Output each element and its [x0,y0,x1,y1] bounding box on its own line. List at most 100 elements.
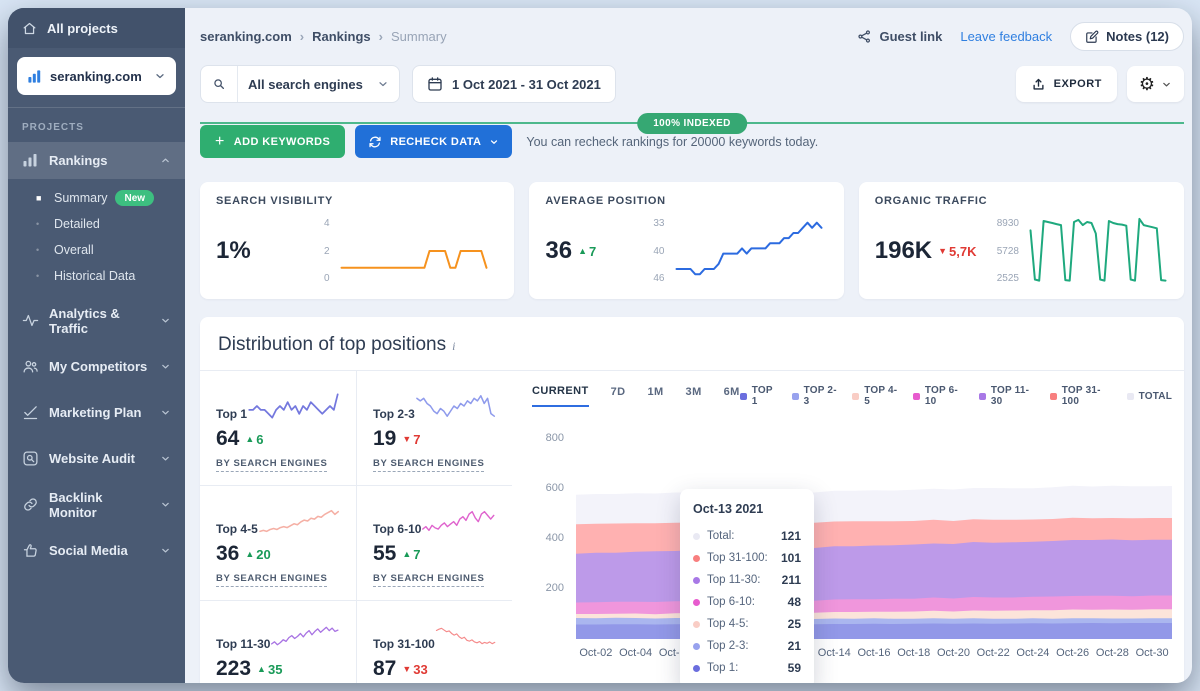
breadcrumb-rankings[interactable]: Rankings [312,29,371,44]
leave-feedback-link[interactable]: Leave feedback [960,29,1052,44]
sidebar-item-analytics-traffic[interactable]: Analytics & Traffic [8,302,185,339]
check-chart-icon [22,404,39,421]
notes-button[interactable]: Notes (12) [1070,22,1184,51]
add-keywords-button[interactable]: + ADD KEYWORDS [200,125,345,158]
analytics-traffic-label: Analytics & Traffic [49,306,150,336]
thumbs-up-icon [22,542,39,559]
average-position-card: AVERAGE POSITION 36 ▲7 334046 [529,182,843,299]
website-audit-label: Website Audit [49,451,135,466]
backlink-monitor-label: Backlink Monitor [49,490,150,520]
metric-cards: SEARCH VISIBILITY 1% 420 AVERAGE POSITIO… [200,182,1184,299]
marketing-plan-label: Marketing Plan [49,405,141,420]
positions-chart-panel: CURRENT 7D 1M 3M 6M TOP 1 TOP 2-3 TOP 4-… [512,371,1184,683]
stacked-areas [576,429,1172,639]
date-range-picker[interactable]: 1 Oct 2021 - 31 Oct 2021 [412,65,616,103]
legend-total[interactable]: TOTAL [1127,391,1172,402]
by-search-engines-link[interactable]: BY SEARCH ENGINES [373,458,484,472]
delta-badge: ▼5,7K [938,244,976,259]
guest-link-button[interactable]: Guest link [857,29,942,44]
export-icon [1031,77,1046,92]
historical-data-label: Historical Data [54,269,135,283]
sidebar-item-my-competitors[interactable]: My Competitors [8,348,185,385]
arrow-down-icon: ▼ [938,246,947,256]
tab-3m[interactable]: 3M [686,386,702,406]
card-value: 36 [545,237,572,265]
by-search-engines-link[interactable]: BY SEARCH ENGINES [216,573,327,587]
average-position-chart: 334046 [653,215,827,287]
top6-10-sparkline [421,502,496,540]
plus-icon: + [215,133,225,151]
x-axis: Oct-02Oct-04Oct-06Oct-08Oct-10Oct-12Oct-… [576,639,1172,663]
legend-top1[interactable]: TOP 1 [740,385,779,407]
chart-plot: Oct-02Oct-04Oct-06Oct-08Oct-10Oct-12Oct-… [576,429,1172,683]
home-icon [22,21,37,36]
sidebar-item-social-media[interactable]: Social Media [8,532,185,569]
search-icon [201,66,238,102]
chart-tooltip: Oct-13 2021 Total:121 Top 31-100:101 Top… [680,489,814,683]
position-mini-cards: Top 1 64▲6 BY SEARCH ENGINES Top 2-3 19▼… [200,371,512,683]
overall-label: Overall [54,243,94,257]
tab-7d[interactable]: 7D [611,386,626,406]
new-badge: New [115,190,154,206]
sidebar-item-website-audit[interactable]: Website Audit [8,440,185,477]
info-icon[interactable]: i [452,339,455,354]
header-actions: Guest link Leave feedback Notes (12) [857,22,1184,51]
breadcrumb-separator: › [379,29,383,44]
legend-top11-30[interactable]: TOP 11-30 [979,385,1037,407]
tooltip-date: Oct-13 2021 [693,502,801,516]
rankings-submenu: ■ Summary New • Detailed • Overall • His… [8,179,185,293]
project-selector[interactable]: seranking.com [17,57,176,95]
breadcrumb-summary: Summary [391,29,447,44]
chevron-down-icon [160,407,171,418]
stacked-area-chart: 200400600800 Oct-02Oct-04Oct-06Oct-08Oct… [532,429,1172,683]
add-keywords-label: ADD KEYWORDS [234,136,330,148]
tab-1m[interactable]: 1M [647,386,663,406]
tab-current[interactable]: CURRENT [532,385,589,407]
chevron-down-icon [160,361,171,372]
sidebar-item-rankings[interactable]: Rankings [8,142,185,179]
notes-label: Notes (12) [1106,29,1169,44]
y-axis-ticks: 893057282525 [997,215,1028,287]
by-search-engines-link[interactable]: BY SEARCH ENGINES [373,573,484,587]
activity-icon [22,312,39,329]
search-visibility-card: SEARCH VISIBILITY 1% 420 [200,182,514,299]
sidebar-item-marketing-plan[interactable]: Marketing Plan [8,394,185,431]
sidebar-item-all-projects[interactable]: All projects [8,8,185,48]
by-search-engines-link[interactable]: BY SEARCH ENGINES [216,458,327,472]
y-axis: 200400600800 [532,429,576,683]
card-value: 196K [875,237,932,265]
all-projects-label: All projects [47,21,118,36]
top11-30-cell: Top 11-30 223▲35 BY SEARCH ENGINES [200,601,356,683]
sidebar-item-historical-data[interactable]: • Historical Data [8,263,185,289]
breadcrumb-project[interactable]: seranking.com [200,29,292,44]
legend-top31-100[interactable]: TOP 31-100 [1050,385,1114,407]
search-engines-select[interactable]: All search engines [200,65,400,103]
search-visibility-chart: 420 [324,215,498,287]
card-title: SEARCH VISIBILITY [216,195,498,207]
export-button[interactable]: EXPORT [1016,66,1117,102]
chevron-down-icon [160,499,171,510]
legend-top2-3[interactable]: TOP 2-3 [792,385,840,407]
organic-traffic-chart: 893057282525 [997,215,1168,287]
top2-3-cell: Top 2-3 19▼7 BY SEARCH ENGINES [356,371,512,485]
filters-row: All search engines 1 Oct 2021 - 31 Oct 2… [200,65,1184,103]
sidebar-item-detailed[interactable]: • Detailed [8,211,185,237]
delta-badge: ▲7 [578,244,596,259]
rankings-label: Rankings [49,153,108,168]
recheck-data-button[interactable]: RECHECK DATA [355,125,512,158]
organic-traffic-card: ORGANIC TRAFFIC 196K ▼5,7K 893057282525 [859,182,1184,299]
project-name: seranking.com [50,69,142,84]
top1-sparkline [247,387,340,425]
bullet-icon: • [36,271,54,281]
tab-6m[interactable]: 6M [724,386,740,406]
breadcrumb-separator: › [300,29,304,44]
people-icon [22,358,39,375]
sidebar: All projects seranking.com PROJECTS Rank… [8,8,185,683]
y-axis-ticks: 334046 [653,215,673,287]
legend-top6-10[interactable]: TOP 6-10 [913,385,966,407]
settings-button[interactable]: ⚙ [1127,66,1184,102]
sidebar-item-summary[interactable]: ■ Summary New [8,185,185,211]
legend-top4-5[interactable]: TOP 4-5 [852,385,900,407]
sidebar-item-backlink-monitor[interactable]: Backlink Monitor [8,486,185,523]
sidebar-item-overall[interactable]: • Overall [8,237,185,263]
